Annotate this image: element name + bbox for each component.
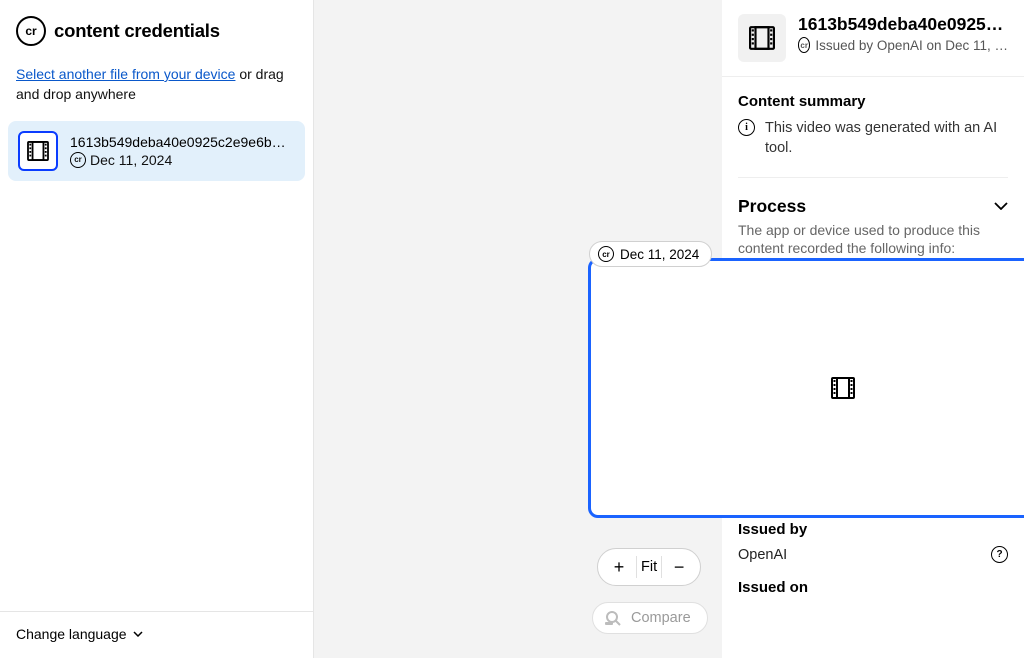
app-root: cr content credentials Select another fi… [0,0,1024,658]
file-item[interactable]: 1613b549deba40e0925c2e9e6b7… cr Dec 11, … [8,121,305,181]
select-file-link[interactable]: Select another file from your device [16,66,235,82]
brand-title: content credentials [54,20,220,42]
panel-title: 1613b549deba40e0925… [798,14,1008,35]
file-date-row: cr Dec 11, 2024 [70,152,290,168]
issued-by-heading: Issued by [738,521,1008,538]
file-name: 1613b549deba40e0925c2e9e6b7… [70,134,290,150]
cr-badge-icon: cr [70,152,86,168]
compare-label: Compare [631,610,691,626]
issued-on-heading: Issued on [738,579,1008,596]
cr-badge-icon: cr [798,37,810,53]
file-text: 1613b549deba40e0925c2e9e6b7… cr Dec 11, … [70,134,290,168]
compare-icon [605,610,623,626]
filmstrip-icon [749,26,775,50]
filmstrip-icon [27,141,49,161]
zoom-out-button[interactable]: − [664,553,694,581]
zoom-control: + Fit − [597,548,701,586]
process-heading-row[interactable]: Process [738,196,1008,217]
file-prompt: Select another file from your device or … [16,64,297,105]
brand: cr content credentials [16,16,297,46]
zoom-fit-button[interactable]: Fit [636,556,662,578]
panel-subtitle: Issued by OpenAI on Dec 11, … [815,38,1008,53]
filmstrip-icon [831,377,855,399]
chevron-down-icon [994,202,1008,210]
change-language-label: Change language [16,626,127,642]
change-language-button[interactable]: Change language [16,626,143,642]
brand-logo-icon: cr [16,16,46,46]
compare-button[interactable]: Compare [592,602,708,634]
file-date: Dec 11, 2024 [90,152,172,168]
date-chip-label: Dec 11, 2024 [620,247,699,262]
section-summary: Content summary i This video was generat… [738,93,1008,178]
file-list: 1613b549deba40e0925c2e9e6b7… cr Dec 11, … [0,115,313,181]
issued-by-value: OpenAI [738,547,787,563]
canvas[interactable]: cr Dec 11, 2024 + Fit − Compare [314,0,722,658]
panel-header: 1613b549deba40e0925… cr Issued by OpenAI… [722,0,1024,77]
process-heading: Process [738,196,806,217]
sidebar-footer: Change language [0,611,313,658]
panel-subtitle-row: cr Issued by OpenAI on Dec 11, … [798,37,1008,53]
summary-text: This video was generated with an AI tool… [765,118,1008,159]
summary-heading: Content summary [738,93,1008,110]
sidebar: cr content credentials Select another fi… [0,0,314,658]
summary-row: i This video was generated with an AI to… [738,118,1008,159]
cr-badge-icon: cr [598,246,614,262]
date-chip[interactable]: cr Dec 11, 2024 [589,241,712,267]
issued-by-row: OpenAI ? [738,546,1008,563]
help-icon[interactable]: ? [991,546,1008,563]
content-preview[interactable]: cr Dec 11, 2024 [588,258,1024,518]
sidebar-header: cr content credentials Select another fi… [0,0,313,115]
panel-thumb [738,14,786,62]
info-icon: i [738,119,755,136]
file-thumb [18,131,58,171]
process-desc: The app or device used to produce this c… [738,221,1008,259]
zoom-in-button[interactable]: + [604,553,634,581]
panel-header-text: 1613b549deba40e0925… cr Issued by OpenAI… [798,14,1008,62]
chevron-down-icon [133,631,143,637]
